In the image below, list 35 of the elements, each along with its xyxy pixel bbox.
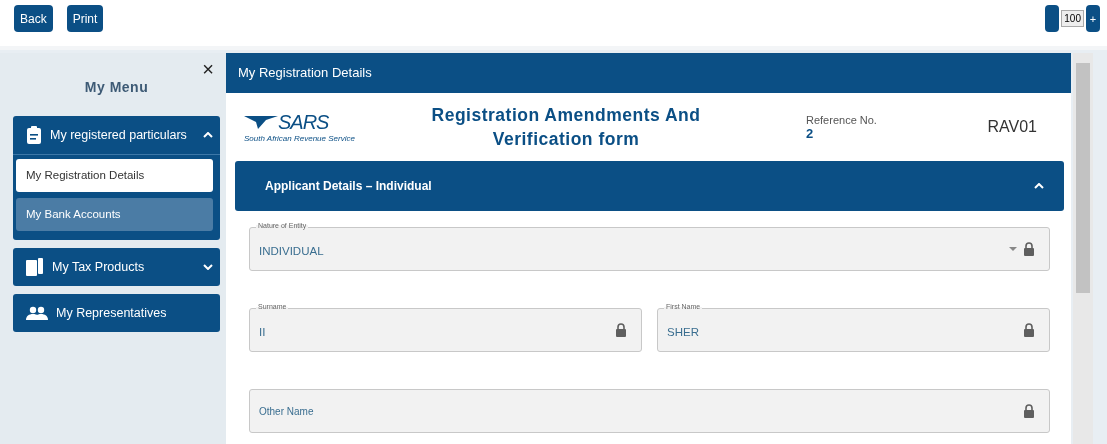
toolbar-button[interactable]: Back [14, 5, 53, 32]
menu-title: My Menu [84, 78, 149, 95]
field-placeholder: Other Name [259, 405, 314, 417]
menu-section-header[interactable]: My Tax Products [13, 248, 220, 286]
menu-section-label: My Representatives [56, 306, 168, 320]
zoom-in-button[interactable]: + [1086, 5, 1100, 32]
caret-icon [1009, 247, 1017, 251]
field-value: II [259, 326, 266, 338]
field-value: INDIVIDUAL [259, 245, 324, 257]
form-title: Registration Amendments And Verification form [430, 104, 702, 151]
scrollbar[interactable] [1073, 53, 1093, 444]
clipboard-icon [26, 126, 42, 144]
reference-label: Reference No. [806, 113, 878, 126]
panel-title-bar: My Registration Details [226, 53, 1071, 93]
logo-icon [244, 115, 278, 129]
section-title: Applicant Details – Individual [265, 179, 432, 193]
menu-section-header[interactable]: My Representatives [13, 294, 220, 332]
zoom-out-button[interactable] [1045, 5, 1060, 32]
documents-icon [26, 258, 44, 276]
form-code: RAV01 [987, 118, 1037, 136]
people-icon [26, 306, 48, 320]
section-header[interactable]: Applicant Details – Individual [235, 161, 1064, 211]
reference-value: 2 [806, 125, 815, 141]
input-field[interactable]: Other Name [249, 389, 1050, 433]
menu-section-label: My Tax Products [52, 260, 146, 274]
menu-section-label: My registered particulars [50, 128, 188, 142]
field-value: SHER [667, 326, 699, 338]
zoom-field[interactable]: 100 [1061, 10, 1084, 27]
close-button[interactable]: × [202, 58, 214, 81]
submenu-item[interactable]: My Registration Details [16, 159, 213, 192]
logo-name: SARS [278, 111, 329, 134]
menu-section-header[interactable]: My registered particulars [13, 116, 220, 154]
submenu-item[interactable]: My Bank Accounts [16, 198, 213, 231]
toolbar-button[interactable]: Print [66, 5, 104, 32]
logo-tagline: South African Revenue Service [244, 134, 356, 143]
